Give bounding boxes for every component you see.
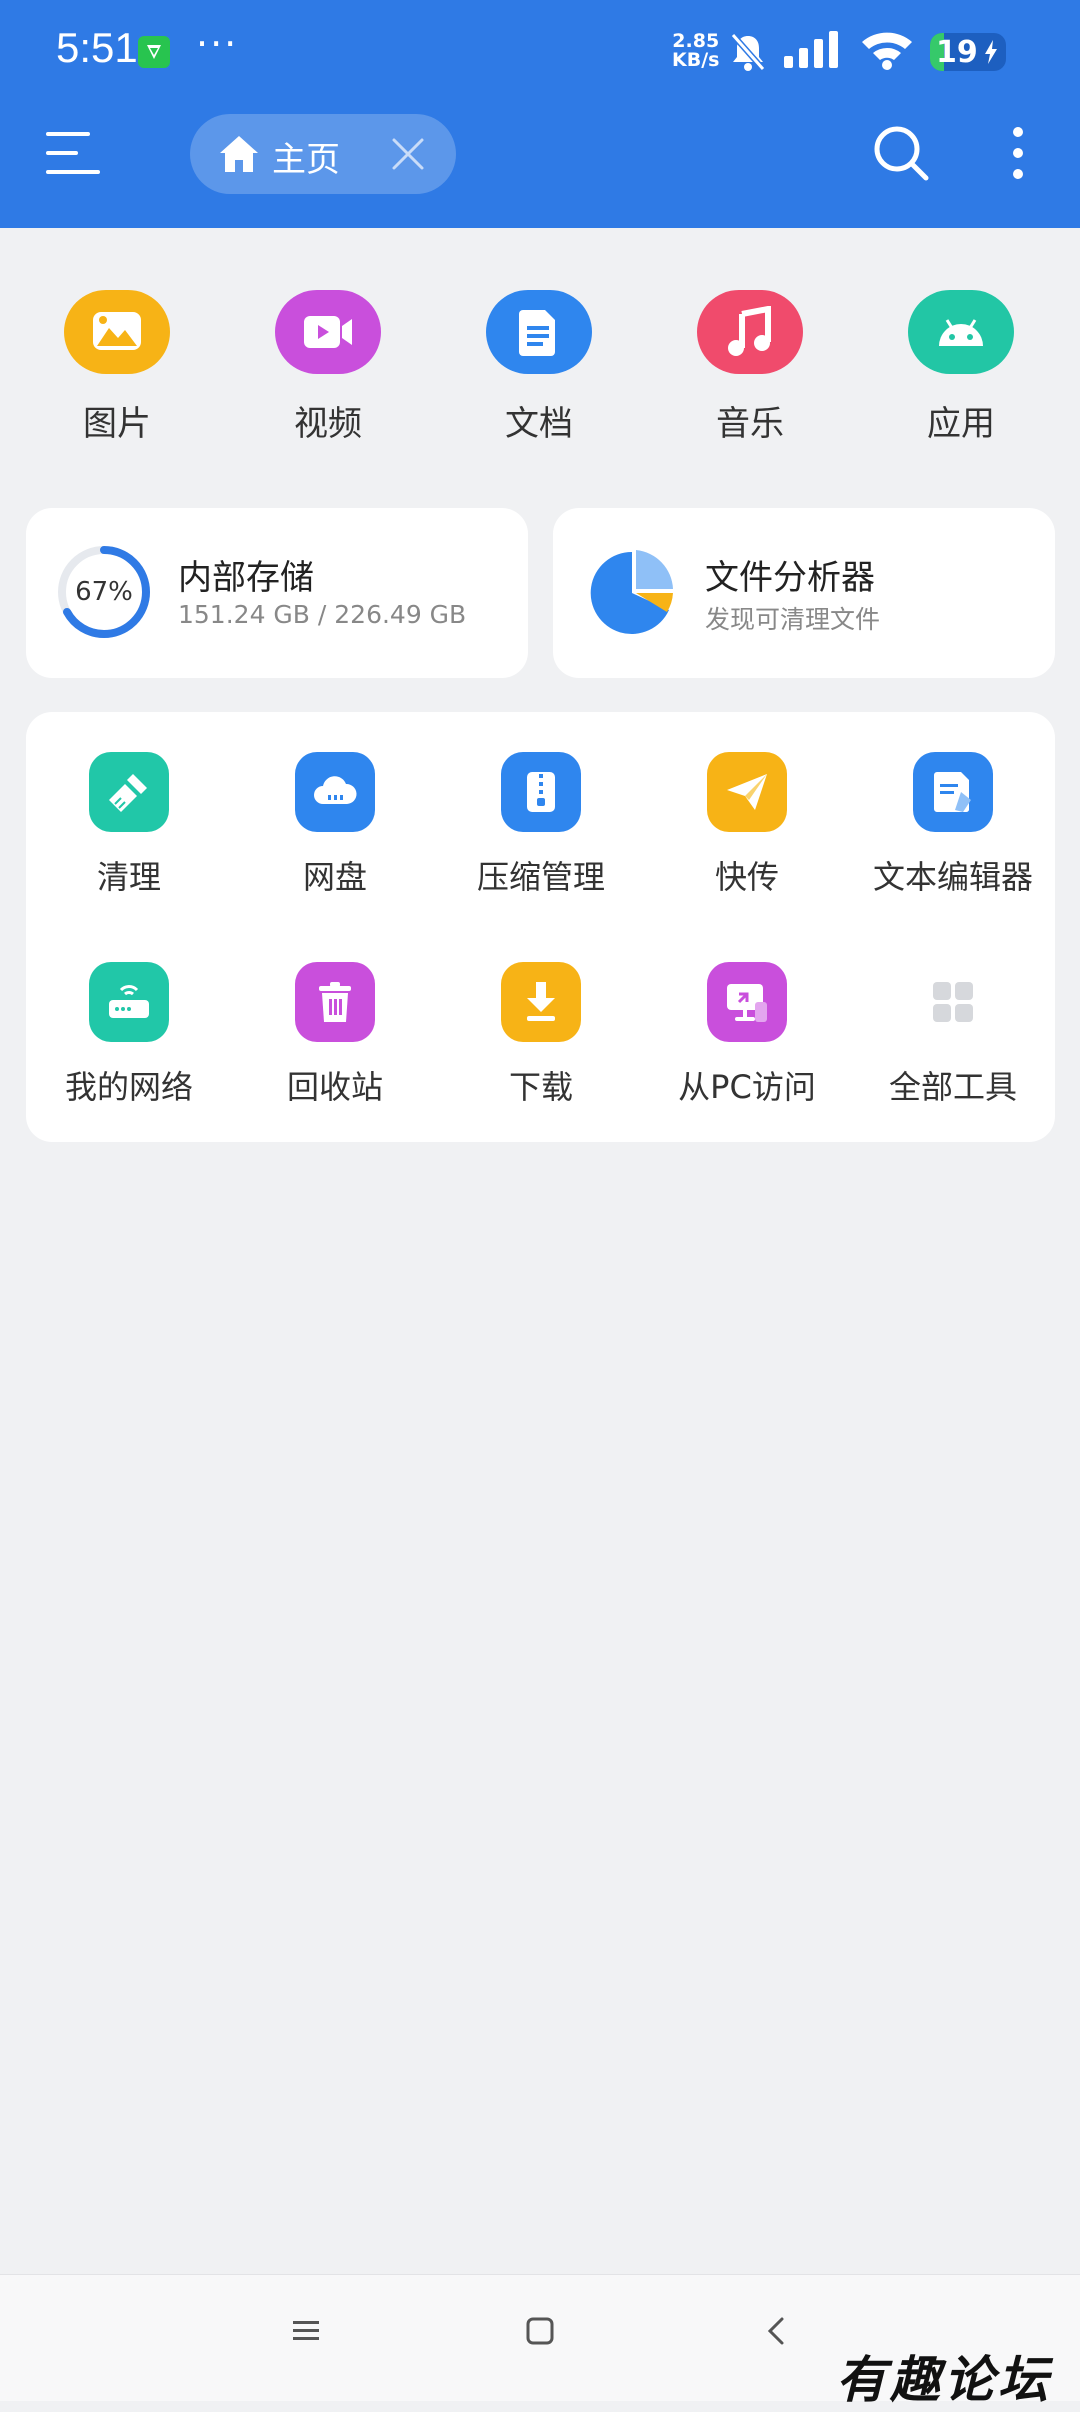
tool-text-editor[interactable]: 文本编辑器 [850, 752, 1056, 898]
tool-pc-access[interactable]: 从PC访问 [644, 962, 850, 1108]
storage-percent: 67% [75, 577, 133, 607]
storage-usage-ring: 67% [56, 544, 152, 644]
tool-quick-transfer[interactable]: 快传 [644, 752, 850, 898]
net-speed: 2.85 KB/s [672, 32, 719, 70]
net-speed-unit: KB/s [672, 49, 720, 71]
tab-home-label: 主页 [272, 140, 340, 180]
status-bar: 5:51 ··· 2.85 KB/s 19 [0, 0, 1080, 100]
tool-clean[interactable]: 清理 [26, 752, 232, 898]
app-notification-icon [138, 36, 170, 68]
tools-card: 清理 网盘 压缩管理 快传 文本编辑器 我的网络 回收站 下载 从PC访问 全部… [26, 712, 1055, 1142]
search-icon[interactable] [872, 124, 930, 182]
zip-icon [501, 752, 581, 832]
wifi-icon [860, 30, 914, 74]
tool-download[interactable]: 下载 [438, 962, 644, 1108]
android-icon [908, 290, 1014, 374]
download-icon [501, 962, 581, 1042]
paper-plane-icon [707, 752, 787, 832]
charging-icon [985, 40, 997, 64]
category-images-label: 图片 [83, 404, 151, 444]
tool-text-editor-label: 文本编辑器 [872, 858, 1033, 896]
tab-home[interactable]: 主页 [190, 114, 456, 194]
close-tab-icon[interactable] [390, 136, 426, 172]
tool-quick-transfer-label: 快传 [714, 858, 779, 896]
tool-all-tools-label: 全部工具 [888, 1068, 1017, 1106]
status-more-icon: ··· [196, 22, 239, 66]
battery-indicator: 19 [930, 33, 1006, 71]
battery-level: 19 [936, 35, 978, 70]
analyzer-subtitle: 发现可清理文件 [705, 605, 881, 634]
cloud-icon [295, 752, 375, 832]
analyzer-title: 文件分析器 [705, 558, 875, 598]
app-bar: 5:51 ··· 2.85 KB/s 19 主页 [0, 0, 1080, 228]
trash-icon [295, 962, 375, 1042]
tool-my-network[interactable]: 我的网络 [26, 962, 232, 1108]
tool-all-tools[interactable]: 全部工具 [850, 962, 1056, 1108]
tool-recycle-bin-label: 回收站 [286, 1068, 383, 1106]
broom-icon [89, 752, 169, 832]
pc-access-icon [707, 962, 787, 1042]
tool-compress[interactable]: 压缩管理 [438, 752, 644, 898]
signal-icon [782, 30, 844, 74]
hamburger-icon [46, 132, 100, 174]
category-music-label: 音乐 [716, 404, 784, 444]
category-apps[interactable]: 应用 [881, 290, 1041, 445]
text-edit-icon [913, 752, 993, 832]
internal-storage-card[interactable]: 67% 内部存储 151.24 GB / 226.49 GB [26, 508, 528, 678]
home-nav-icon[interactable] [524, 2315, 556, 2347]
category-images[interactable]: 图片 [37, 290, 197, 445]
back-icon[interactable] [762, 2315, 794, 2347]
router-icon [89, 962, 169, 1042]
category-videos-label: 视频 [294, 404, 362, 444]
category-documents-label: 文档 [505, 404, 573, 444]
storage-title: 内部存储 [178, 558, 314, 598]
tool-recycle-bin[interactable]: 回收站 [232, 962, 438, 1108]
tool-compress-label: 压缩管理 [476, 858, 605, 896]
music-icon [697, 290, 803, 374]
storage-detail: 151.24 GB / 226.49 GB [178, 600, 467, 629]
more-options-icon[interactable] [1000, 124, 1036, 182]
grid-icon [913, 962, 993, 1042]
document-icon [486, 290, 592, 374]
category-row: 图片 视频 文档 音乐 应用 [0, 290, 1080, 450]
tool-my-network-label: 我的网络 [64, 1068, 193, 1106]
category-music[interactable]: 音乐 [670, 290, 830, 445]
tool-download-label: 下载 [508, 1068, 573, 1106]
mute-bell-icon [730, 32, 766, 76]
category-videos[interactable]: 视频 [248, 290, 408, 445]
status-time: 5:51 [56, 24, 138, 71]
image-icon [64, 290, 170, 374]
home-icon [220, 136, 258, 172]
category-apps-label: 应用 [927, 404, 995, 444]
tool-pc-access-label: 从PC访问 [678, 1068, 816, 1106]
forum-watermark: 有趣论坛 [836, 2350, 1052, 2409]
category-documents[interactable]: 文档 [459, 290, 619, 445]
video-icon [275, 290, 381, 374]
pie-chart-icon [590, 550, 673, 634]
menu-button[interactable] [44, 126, 104, 180]
tool-clean-label: 清理 [96, 858, 161, 896]
file-analyzer-card[interactable]: 文件分析器 发现可清理文件 [553, 508, 1055, 678]
tool-cloud-drive[interactable]: 网盘 [232, 752, 438, 898]
tool-cloud-drive-label: 网盘 [302, 858, 367, 896]
recent-apps-icon[interactable] [290, 2315, 322, 2347]
